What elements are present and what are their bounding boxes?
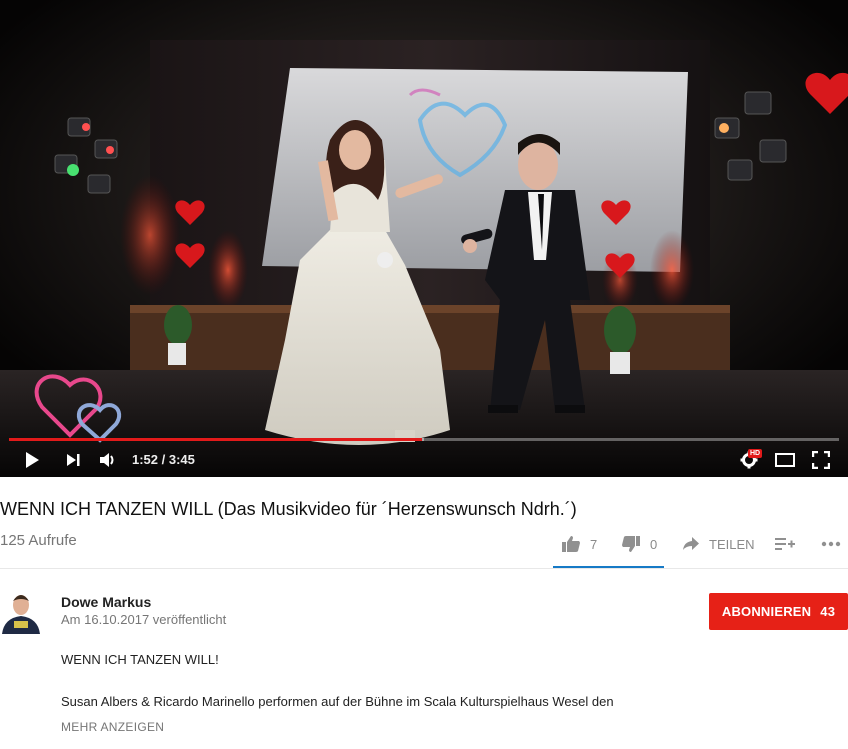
view-count: 125 Aufrufe [0, 532, 77, 549]
theater-mode-icon [775, 453, 795, 467]
time-display: 1:52 / 3:45 [132, 452, 195, 467]
section-divider [0, 568, 848, 569]
video-title: WENN ICH TANZEN WILL (Das Musikvideo für… [0, 499, 577, 519]
hd-badge: HD [748, 449, 763, 458]
share-button[interactable]: TEILEN [682, 530, 755, 558]
like-count: 7 [590, 536, 598, 552]
more-horizontal-icon [821, 541, 841, 547]
publish-date: Am 16.10.2017 veröffentlicht [61, 612, 227, 627]
channel-name[interactable]: Dowe Markus [61, 594, 151, 610]
more-actions-button[interactable] [821, 530, 841, 558]
subscribe-label: ABONNIEREN [721, 604, 812, 619]
add-to-playlist-icon [775, 538, 795, 550]
dislike-button[interactable]: 0 [621, 530, 657, 558]
share-label: TEILEN [709, 536, 755, 552]
theater-mode-button[interactable] [772, 445, 798, 475]
avatar-image [0, 588, 42, 634]
description-line-2: Susan Albers & Ricardo Marinello perform… [61, 694, 614, 709]
fullscreen-icon [812, 451, 830, 469]
dislike-count: 0 [650, 536, 658, 552]
share-arrow-icon [683, 537, 699, 550]
volume-button[interactable] [94, 445, 120, 475]
subscriber-count: 43 [820, 604, 836, 619]
description-line-1: WENN ICH TANZEN WILL! [61, 652, 219, 667]
subscribe-button[interactable]: ABONNIEREN 43 [709, 593, 848, 630]
channel-avatar[interactable] [0, 588, 42, 634]
seek-bar[interactable] [9, 433, 839, 445]
next-icon [67, 454, 80, 466]
thumbs-up-icon [562, 536, 580, 552]
next-button[interactable] [60, 445, 86, 475]
add-to-playlist-button[interactable] [775, 530, 795, 558]
player-controls: 1:52 / 3:45 HD [0, 445, 848, 475]
video-frame[interactable] [0, 0, 848, 477]
video-player[interactable]: 1:52 / 3:45 HD [0, 0, 848, 477]
play-icon [26, 452, 39, 468]
show-more-link[interactable]: MEHR ANZEIGEN [61, 720, 164, 734]
fullscreen-button[interactable] [808, 445, 834, 475]
play-button[interactable] [18, 445, 46, 475]
volume-icon [100, 453, 114, 467]
progress-played [9, 438, 423, 441]
thumbs-down-icon [622, 536, 640, 552]
like-button[interactable]: 7 [561, 530, 597, 558]
